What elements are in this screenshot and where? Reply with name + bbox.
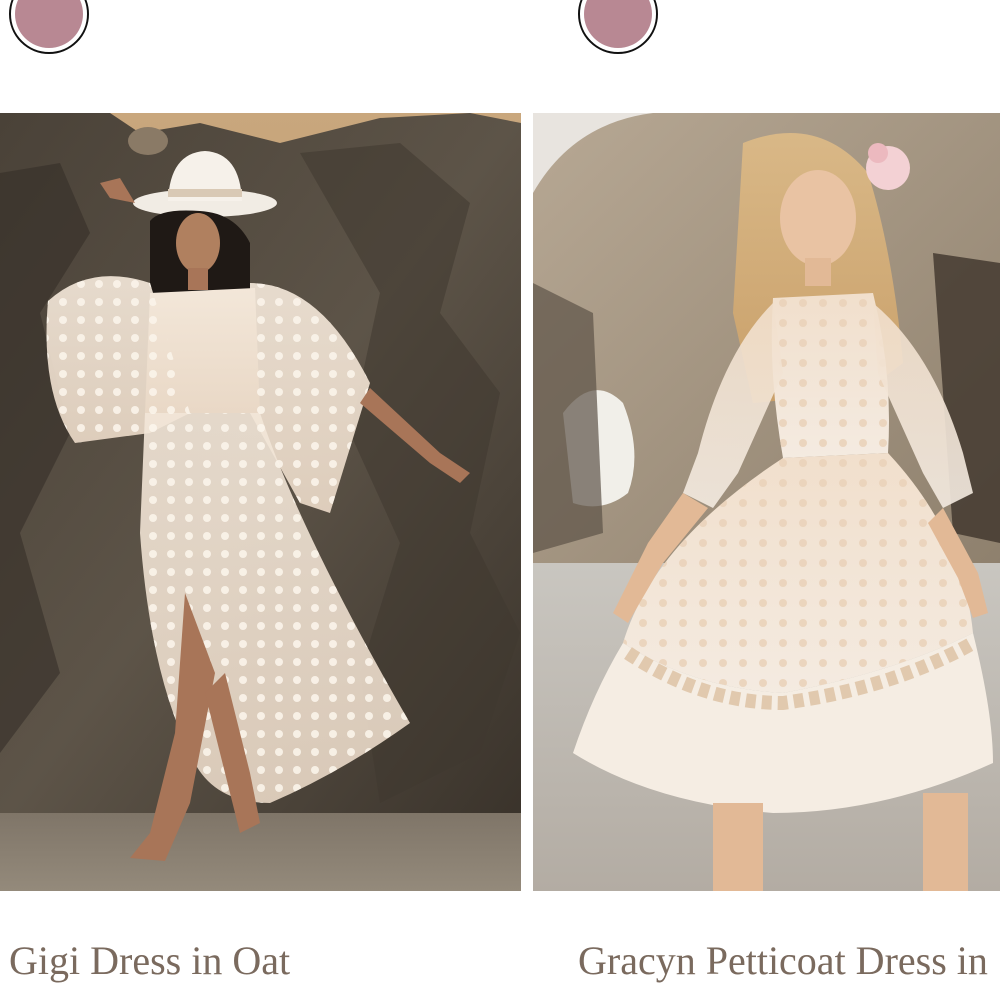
product-image-2[interactable]	[533, 113, 1000, 891]
product-title-1[interactable]: Gigi Dress in Oat	[9, 936, 290, 986]
product-photo-gigi-dress	[0, 113, 521, 891]
product-grid: Gigi Dress in Oat Gracyn Petticoat Dress…	[0, 0, 1000, 1001]
swatch-fill	[584, 0, 652, 48]
color-swatch-product-2[interactable]	[578, 0, 658, 54]
product-title-2[interactable]: Gracyn Petticoat Dress in	[578, 936, 988, 986]
color-swatch-product-1[interactable]	[9, 0, 89, 54]
product-photo-gracyn-dress	[533, 113, 1000, 891]
product-image-1[interactable]	[0, 113, 521, 891]
swatch-fill	[15, 0, 83, 48]
